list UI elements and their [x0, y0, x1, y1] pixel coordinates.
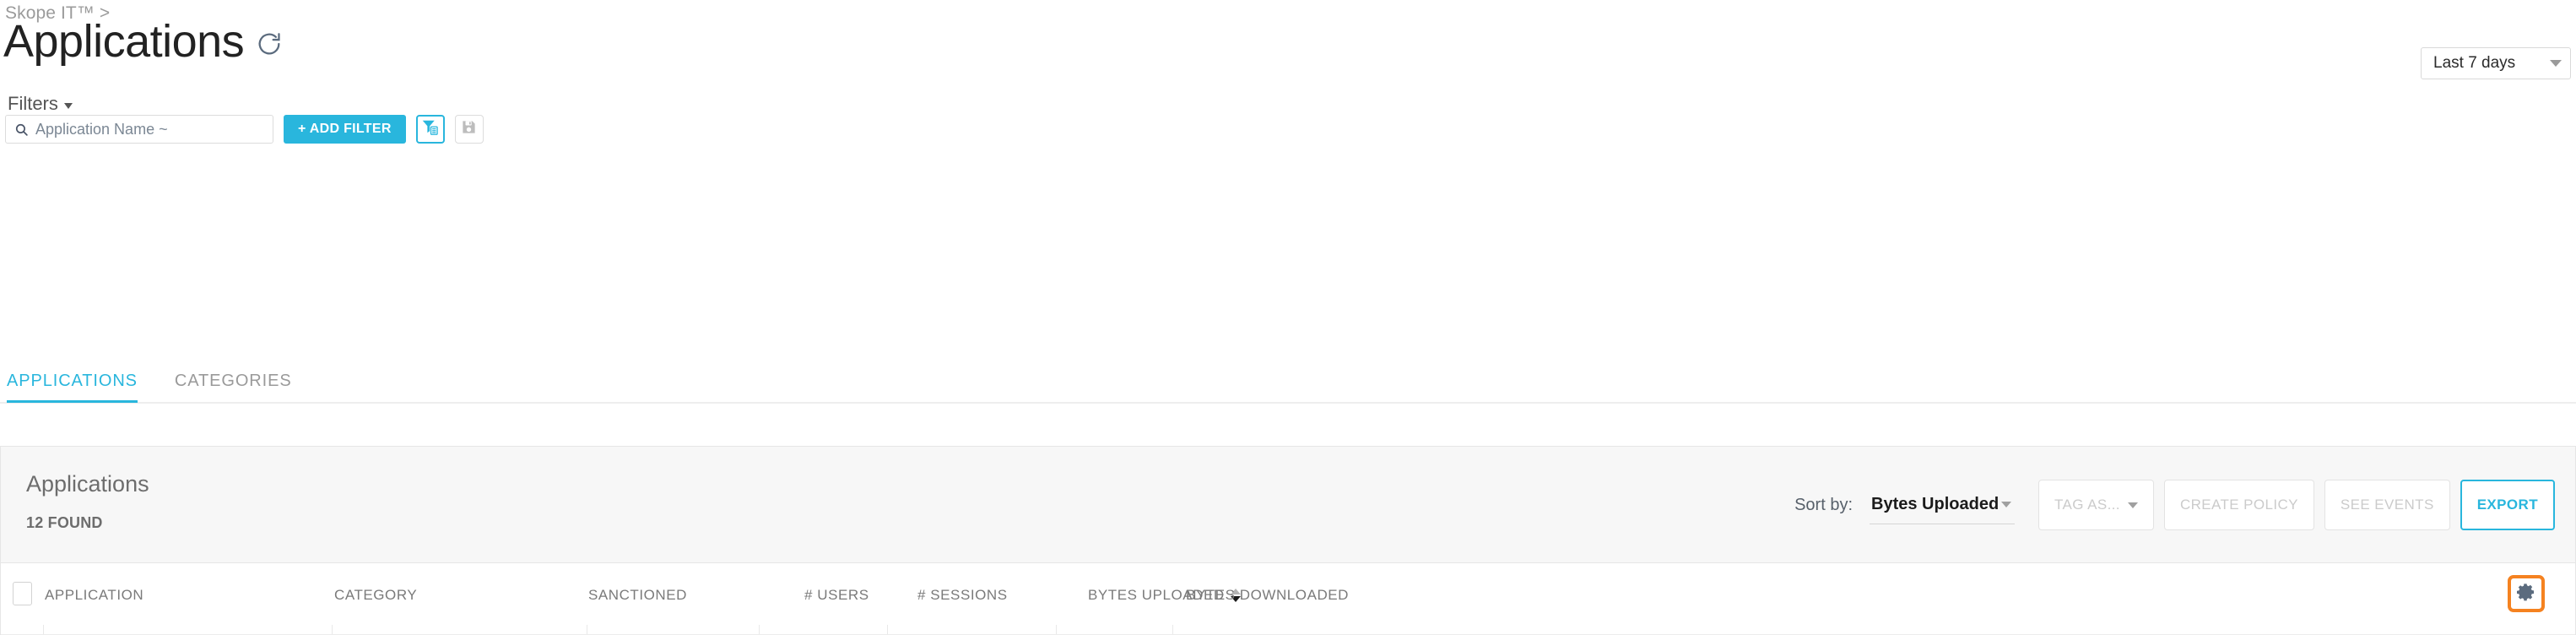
column-header-users[interactable]: # USERS	[804, 587, 869, 604]
chevron-down-icon	[2550, 60, 2562, 67]
sort-by-label: Sort by:	[1794, 495, 1854, 514]
date-range-select[interactable]: Last 7 days	[2421, 47, 2571, 79]
column-header-category[interactable]: CATEGORY	[334, 587, 417, 604]
date-range-value: Last 7 days	[2433, 54, 2516, 72]
gear-icon	[2516, 582, 2536, 606]
select-all-checkbox[interactable]	[13, 582, 32, 605]
refresh-icon[interactable]	[256, 30, 283, 57]
column-header-application[interactable]: APPLICATION	[45, 587, 143, 604]
save-disk-icon	[461, 119, 477, 139]
search-placeholder: Application Name ~	[35, 120, 168, 138]
filters-label: Filters	[8, 93, 58, 114]
panel-actions: Sort by: Bytes Uploaded TAG AS... CREATE…	[1794, 480, 2555, 530]
panel-title: Applications	[26, 471, 149, 497]
result-count: 12 FOUND	[26, 514, 103, 531]
add-filter-button[interactable]: + ADD FILTER	[284, 115, 406, 144]
tag-as-label: TAG AS...	[2054, 497, 2120, 513]
table-header-row: APPLICATION CATEGORY SANCTIONED # USERS …	[1, 563, 2575, 635]
tab-applications[interactable]: APPLICATIONS	[7, 372, 138, 403]
column-header-sanctioned[interactable]: SANCTIONED	[588, 587, 687, 604]
filter-controls-row: Application Name ~ + ADD FILTER	[5, 115, 484, 144]
see-events-button[interactable]: SEE EVENTS	[2324, 480, 2450, 530]
caret-down-icon	[2001, 502, 2012, 507]
column-header-bytes-downloaded[interactable]: BYTES DOWNLOADED	[1186, 587, 1349, 604]
column-header-sessions[interactable]: # SESSIONS	[917, 587, 1008, 604]
panel-header: Applications 12 FOUND Sort by: Bytes Upl…	[1, 447, 2575, 563]
filter-list-button[interactable]	[415, 115, 445, 144]
page-title: Applications	[3, 16, 245, 67]
filters-toggle[interactable]: Filters	[8, 93, 73, 115]
caret-down-icon	[2127, 502, 2138, 508]
filter-list-icon	[421, 118, 439, 140]
search-input[interactable]: Application Name ~	[5, 115, 273, 144]
page-title-row: Applications	[3, 19, 283, 64]
sort-by-value: Bytes Uploaded	[1871, 495, 2000, 513]
tab-categories[interactable]: CATEGORIES	[175, 372, 292, 401]
tab-bar: APPLICATIONS CATEGORIES	[0, 372, 2576, 404]
search-icon	[14, 122, 29, 137]
sort-by-select[interactable]: Bytes Uploaded	[1870, 486, 2016, 524]
tag-as-button[interactable]: TAG AS...	[2038, 480, 2154, 530]
create-policy-button[interactable]: CREATE POLICY	[2163, 480, 2314, 530]
save-filter-button[interactable]	[454, 115, 484, 144]
export-button[interactable]: EXPORT	[2460, 480, 2555, 530]
caret-down-icon	[63, 102, 73, 109]
applications-panel: Applications 12 FOUND Sort by: Bytes Upl…	[0, 446, 2576, 635]
table-settings-gear-button[interactable]	[2508, 575, 2545, 612]
